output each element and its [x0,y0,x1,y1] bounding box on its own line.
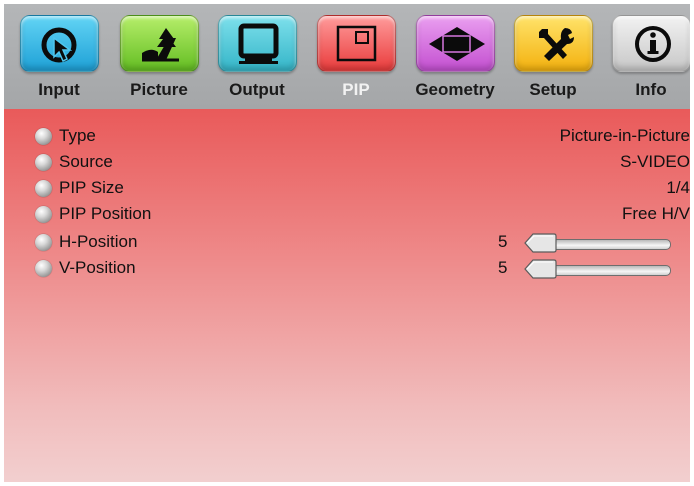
tab-pip[interactable]: PIP [313,4,399,109]
menu-row-label: PIP Size [59,178,124,197]
menu-row-pip-position[interactable]: PIP Position Free H/V [4,201,690,227]
slider-value: 5 [498,258,508,277]
menu-row-value[interactable]: Picture-in-Picture [560,126,690,146]
cursor-arrow-icon [41,27,77,63]
tab-label: Setup [529,80,577,99]
menu-row-label: H-Position [59,232,138,251]
tab-output[interactable]: Output [214,4,300,109]
tab-label: PIP [342,80,370,99]
tab-info-tile [612,15,690,72]
menu-row-value[interactable]: 1/4 [666,178,690,198]
menu-row-label: PIP Position [59,204,152,223]
menu-row-source[interactable]: Source S-VIDEO [4,149,690,175]
tab-label: Geometry [415,80,495,99]
slider-thumb[interactable] [523,259,557,279]
osd-window: Input Picture Output PIP Geometry Setup … [4,4,690,482]
menu-row-label: V-Position [59,258,136,277]
bullet-icon [35,260,52,277]
menu-row-label: Type [59,126,96,145]
menu-row-pip-size[interactable]: PIP Size 1/4 [4,175,690,201]
tab-setup-tile [514,15,593,72]
tab-input-tile [20,15,99,72]
h-position-slider[interactable] [522,233,672,253]
tab-label: Input [38,80,80,99]
bullet-icon [35,206,52,223]
menu-row-v-position[interactable]: V-Position 5 [4,255,690,281]
info-icon [635,26,671,62]
slider-value: 5 [498,232,508,251]
menu-row-type[interactable]: Type Picture-in-Picture [4,123,690,149]
tab-geometry-tile [416,15,495,72]
tab-label: Picture [130,80,188,99]
tab-picture[interactable]: Picture [116,4,202,109]
pip-menu-panel: Type Picture-in-Picture Source S-VIDEO P… [4,109,690,482]
tab-input[interactable]: Input [16,4,102,109]
tab-output-tile [218,15,297,72]
slider-thumb[interactable] [523,233,557,253]
bullet-icon [35,234,52,251]
tab-label: Info [635,80,667,99]
tab-geometry[interactable]: Geometry [412,4,498,109]
tab-bar: Input Picture Output PIP Geometry Setup … [4,4,690,109]
bullet-icon [35,180,52,197]
monitor-icon [238,23,279,64]
bullet-icon [35,128,52,145]
menu-row-value[interactable]: Free H/V [622,204,690,224]
bullet-icon [35,154,52,171]
landscape-tree-icon [142,28,179,62]
menu-row-value[interactable]: S-VIDEO [620,152,690,172]
geometry-diamond-icon [429,27,485,61]
pip-window-icon [336,25,377,62]
menu-row-h-position[interactable]: H-Position 5 [4,229,690,255]
v-position-slider[interactable] [522,259,672,279]
tab-info[interactable]: Info [608,4,690,109]
menu-row-label: Source [59,152,113,171]
tools-icon [539,28,574,61]
tab-pip-tile [317,15,396,72]
tab-label: Output [229,80,285,99]
tab-picture-tile [120,15,199,72]
tab-setup[interactable]: Setup [510,4,596,109]
